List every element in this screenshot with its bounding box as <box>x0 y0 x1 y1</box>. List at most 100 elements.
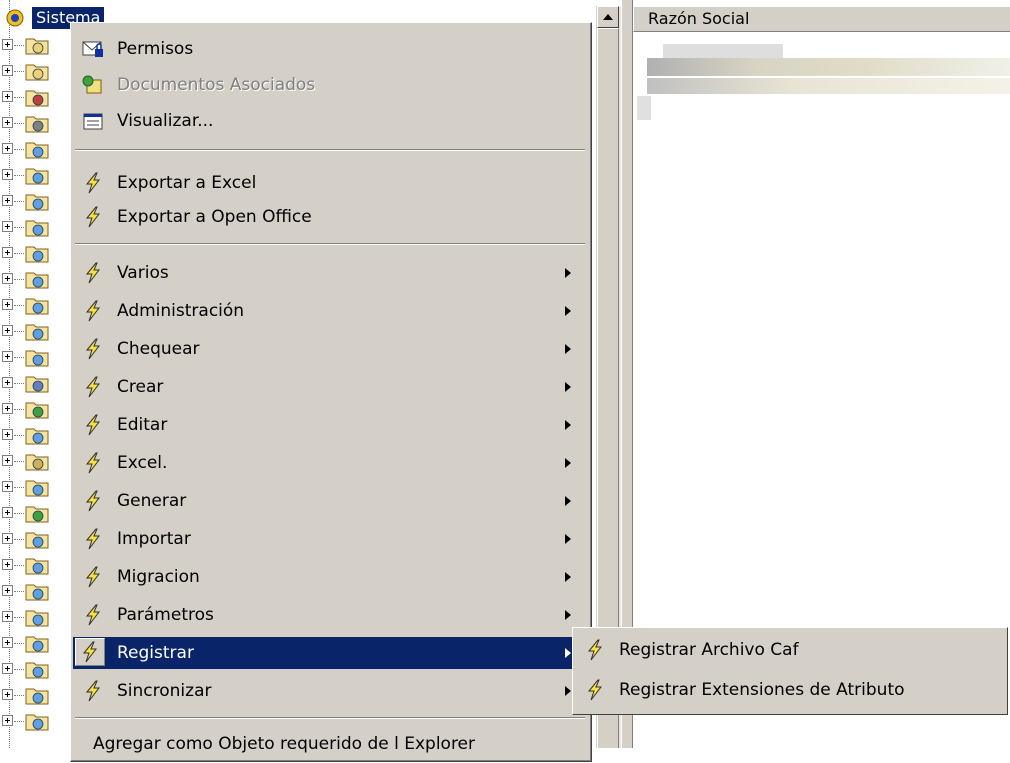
menu-item-migracion[interactable]: Migracion <box>73 561 587 593</box>
folder-icon <box>25 38 49 55</box>
expand-icon[interactable] <box>2 689 13 700</box>
column-header-razon-social[interactable]: Razón Social <box>633 6 1010 32</box>
menu-item-exportar-open-office[interactable]: Exportar a Open Office <box>73 201 587 233</box>
tree-node[interactable] <box>0 682 80 708</box>
menu-item-parametros[interactable]: Parámetros <box>73 599 587 631</box>
menu-item-generar[interactable]: Generar <box>73 485 587 517</box>
tree-node[interactable] <box>0 448 80 474</box>
menu-item-visualizar[interactable]: Visualizar... <box>73 105 587 137</box>
submenu-item-registrar-extensiones-atributo[interactable]: Registrar Extensiones de Atributo <box>575 674 1003 706</box>
submenu-item-registrar-archivo-caf[interactable]: Registrar Archivo Caf <box>575 634 1003 666</box>
menu-item-documentos-asociados[interactable]: Documentos Asociados <box>73 69 587 101</box>
tree-node[interactable] <box>0 240 80 266</box>
tree-node[interactable] <box>0 370 80 396</box>
menu-item-label: Exportar a Open Office <box>117 207 312 227</box>
folder-icon <box>25 168 49 185</box>
menu-item-exportar-excel[interactable]: Exportar a Excel <box>73 167 587 199</box>
expand-icon[interactable] <box>2 247 13 258</box>
tree-node[interactable] <box>0 318 80 344</box>
expand-icon[interactable] <box>2 117 13 128</box>
tree-node[interactable] <box>0 162 80 188</box>
folder-icon <box>25 428 49 445</box>
tree-guide-line <box>14 539 24 540</box>
lightning-icon <box>81 414 105 436</box>
expand-icon[interactable] <box>2 507 13 518</box>
tree-node[interactable] <box>0 708 80 734</box>
menu-item-label: Administración <box>117 301 245 321</box>
expand-icon[interactable] <box>2 273 13 284</box>
expand-icon[interactable] <box>2 559 13 570</box>
tree-node[interactable] <box>0 32 80 58</box>
submenu-arrow-icon <box>565 610 571 620</box>
tree-node[interactable] <box>0 500 80 526</box>
expand-icon[interactable] <box>2 195 13 206</box>
tree-node[interactable] <box>0 292 80 318</box>
tree-node[interactable] <box>0 630 80 656</box>
tree-node[interactable] <box>0 214 80 240</box>
expand-icon[interactable] <box>2 377 13 388</box>
menu-item-agregar-objeto-requerido[interactable]: Agregar como Objeto requerido de l Explo… <box>73 731 587 763</box>
tree-node[interactable] <box>0 552 80 578</box>
lightning-icon <box>81 262 105 284</box>
expand-icon[interactable] <box>2 637 13 648</box>
folder-icon <box>25 480 49 497</box>
expand-icon[interactable] <box>2 169 13 180</box>
expand-icon[interactable] <box>2 403 13 414</box>
expand-icon[interactable] <box>2 65 13 76</box>
lightning-icon <box>81 528 105 550</box>
tree-node[interactable] <box>0 344 80 370</box>
tree-node[interactable] <box>0 578 80 604</box>
folder-icon <box>25 376 49 393</box>
menu-item-excel[interactable]: Excel. <box>73 447 587 479</box>
tree-node[interactable] <box>0 604 80 630</box>
expand-icon[interactable] <box>2 715 13 726</box>
menu-item-importar[interactable]: Importar <box>73 523 587 555</box>
tree-node[interactable] <box>0 188 80 214</box>
menu-item-label: Agregar como Objeto requerido de l Explo… <box>93 734 476 754</box>
expand-icon[interactable] <box>2 611 13 622</box>
expand-icon[interactable] <box>2 429 13 440</box>
menu-item-varios[interactable]: Varios <box>73 257 587 289</box>
tree-node[interactable] <box>0 396 80 422</box>
folder-icon <box>25 194 49 211</box>
tree-node[interactable] <box>0 266 80 292</box>
tree-guide-line <box>14 149 24 150</box>
tree-node[interactable] <box>0 474 80 500</box>
expand-icon[interactable] <box>2 221 13 232</box>
folder-icon <box>25 506 49 523</box>
expand-icon[interactable] <box>2 91 13 102</box>
tree-node[interactable] <box>0 84 80 110</box>
tree-node[interactable] <box>0 422 80 448</box>
expand-icon[interactable] <box>2 533 13 544</box>
submenu-arrow-icon <box>565 686 571 696</box>
expand-icon[interactable] <box>2 455 13 466</box>
tree-guide-line <box>14 123 24 124</box>
expand-icon[interactable] <box>2 299 13 310</box>
tree-node[interactable] <box>0 58 80 84</box>
expand-icon[interactable] <box>2 325 13 336</box>
menu-item-registrar[interactable]: Registrar <box>73 637 587 669</box>
submenu-arrow-icon <box>565 268 571 278</box>
menu-item-permisos[interactable]: Permisos <box>73 33 587 65</box>
menu-item-chequear[interactable]: Chequear <box>73 333 587 365</box>
menu-item-sincronizar[interactable]: Sincronizar <box>73 675 587 707</box>
expand-icon[interactable] <box>2 143 13 154</box>
expand-icon[interactable] <box>2 351 13 362</box>
tree-guide-line <box>14 513 24 514</box>
menu-item-administracion[interactable]: Administración <box>73 295 587 327</box>
menu-item-crear[interactable]: Crear <box>73 371 587 403</box>
expand-icon[interactable] <box>2 481 13 492</box>
expand-icon[interactable] <box>2 663 13 674</box>
folder-icon <box>25 272 49 289</box>
tree-node[interactable] <box>0 136 80 162</box>
menu-item-editar[interactable]: Editar <box>73 409 587 441</box>
expand-icon[interactable] <box>2 585 13 596</box>
expand-icon[interactable] <box>2 39 13 50</box>
folder-icon <box>25 298 49 315</box>
tree-node[interactable] <box>0 656 80 682</box>
lightning-icon <box>81 172 105 194</box>
menu-item-label: Permisos <box>117 39 194 59</box>
scroll-up-button[interactable] <box>597 6 619 28</box>
tree-node[interactable] <box>0 526 80 552</box>
tree-node[interactable] <box>0 110 80 136</box>
